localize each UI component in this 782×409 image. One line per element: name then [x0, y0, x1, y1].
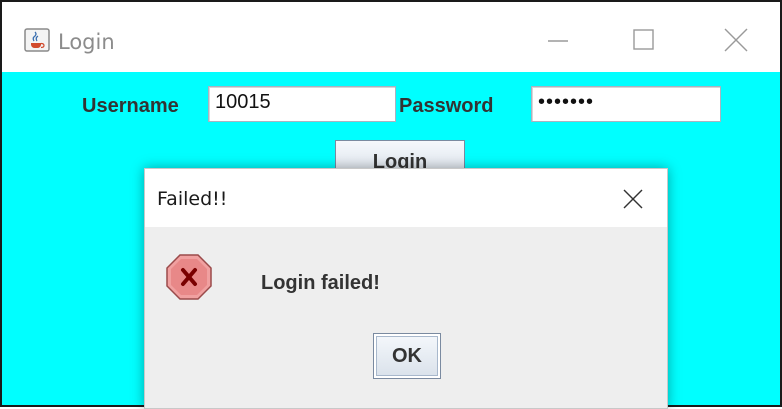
password-field[interactable]: ••••••• — [531, 86, 721, 122]
error-dialog: Failed!! Login failed! OK — [144, 168, 668, 409]
username-label: Username — [82, 95, 179, 117]
close-icon[interactable] — [615, 181, 651, 217]
username-field[interactable]: 10015 — [208, 86, 396, 122]
maximize-icon[interactable] — [616, 20, 672, 60]
minimize-icon[interactable] — [530, 20, 586, 60]
close-icon[interactable] — [708, 20, 764, 60]
java-cup-icon — [24, 28, 50, 52]
login-window: Login Username 10015 Password ••••••• Lo… — [0, 0, 782, 409]
password-label: Password — [399, 95, 494, 117]
dialog-title: Failed!! — [157, 188, 228, 210]
dialog-title-bar: Failed!! — [145, 169, 667, 227]
title-bar: Login — [2, 2, 780, 72]
error-icon — [165, 253, 213, 301]
ok-button[interactable]: OK — [373, 333, 441, 379]
window-title: Login — [58, 30, 115, 54]
error-message: Login failed! — [261, 272, 380, 294]
